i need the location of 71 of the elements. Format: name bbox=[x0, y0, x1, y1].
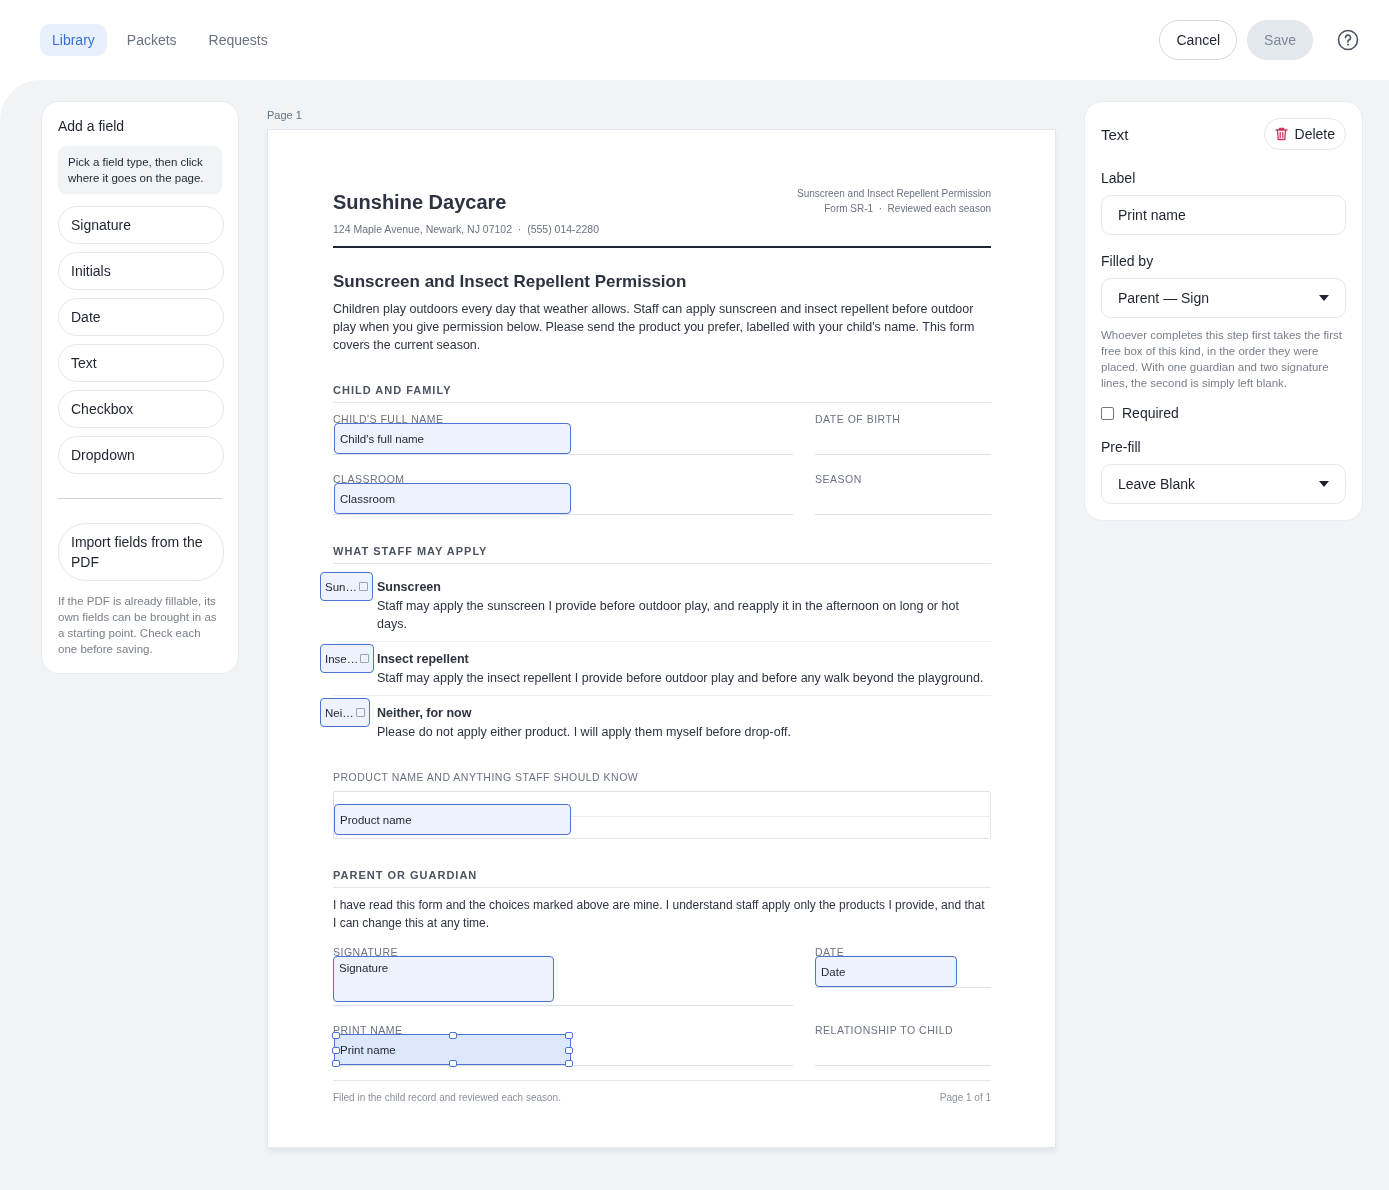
nav-tab[interactable]: Packets bbox=[114, 24, 189, 56]
footer-note: Filed in the child record and reviewed each season. bbox=[333, 1092, 561, 1103]
form-title: Sunscreen and Insect Repellent Permission bbox=[333, 272, 688, 292]
field-label: SEASON bbox=[815, 473, 862, 485]
form-meta: Sunscreen and Insect Repellent Permission bbox=[797, 187, 991, 201]
checkbox-icon bbox=[360, 654, 370, 663]
delete-button[interactable]: Delete bbox=[1263, 118, 1346, 150]
placed-field[interactable]: Signature bbox=[333, 956, 554, 1002]
option-title: Sunscreen bbox=[377, 580, 442, 594]
panel-title: Text bbox=[1101, 125, 1129, 143]
field-type-button[interactable]: Checkbox bbox=[58, 390, 224, 428]
required-checkbox[interactable] bbox=[1101, 406, 1114, 420]
field-label: RELATIONSHIP TO CHILD bbox=[815, 1024, 954, 1036]
checkbox-label: Required bbox=[1122, 405, 1179, 421]
import-button[interactable]: Import fields from the PDF bbox=[58, 523, 224, 581]
resize-handle[interactable] bbox=[448, 1060, 457, 1067]
option-text: Staff may apply the insect repellent I provide before outdoor play and before any walk beyond the playground. bbox=[377, 670, 985, 687]
field-label: DATE OF BIRTH bbox=[815, 413, 901, 425]
intro-text: Children play outdoors every day that weather allows. Staff can apply sunscreen and insect repellent before outdoor play when you give permission below. Please send the product you prefer, labelled with your child's name. This form covers the current season. bbox=[333, 301, 976, 354]
field-caption: Label bbox=[1101, 170, 1137, 186]
organization-name: Sunshine Daycare bbox=[333, 191, 508, 214]
caret-icon bbox=[1319, 481, 1329, 487]
field-label: SIGNATURE bbox=[333, 946, 398, 958]
field-label: PRINT NAME bbox=[333, 1024, 403, 1036]
nav-tab[interactable]: Requests bbox=[196, 24, 280, 56]
placed-field[interactable]: Nei… bbox=[320, 698, 370, 727]
field-type-button[interactable]: Dropdown bbox=[58, 436, 224, 474]
help-text: Whoever completes this step first takes the first free box of this kind, in the order they were placed. With one guardian and two signature lines, the second is simply left blank. bbox=[1101, 328, 1343, 391]
section-heading: CHILD AND FAMILY bbox=[333, 384, 991, 403]
field-caption: Pre-fill bbox=[1101, 439, 1142, 455]
field-label: PRODUCT NAME AND ANYTHING STAFF SHOULD KNOW bbox=[333, 771, 639, 783]
address-text: 124 Maple Avenue, Newark, NJ 07102 · (555) 014-2280 bbox=[333, 223, 599, 235]
resize-handle[interactable] bbox=[448, 1032, 457, 1039]
section-heading: PARENT OR GUARDIAN bbox=[333, 869, 991, 888]
statement-text: I have read this form and the choices marked above are mine. I understand staff apply only the products I provide, and that I can change this at any time. bbox=[333, 897, 986, 932]
placed-field[interactable]: Inse… bbox=[320, 644, 375, 673]
field-caption: Filled by bbox=[1101, 253, 1155, 269]
panel-title: Add a field bbox=[58, 118, 126, 134]
section-heading: WHAT STAFF MAY APPLY bbox=[333, 545, 991, 564]
filled-by-dropdown[interactable]: Parent — Sign bbox=[1101, 278, 1346, 318]
page-label: Page 1 bbox=[267, 109, 303, 121]
field-type-button[interactable]: Date bbox=[58, 298, 224, 336]
field-label: DATE bbox=[815, 946, 845, 958]
import-note: If the PDF is already fillable, its own fields can be brought in as a starting point. Check each one before saving. bbox=[58, 594, 218, 657]
placed-field[interactable]: Print name bbox=[334, 1034, 571, 1065]
option-text: Staff may apply the sunscreen I provide before outdoor play, and reapply it in the afternoon on long or hot days. bbox=[377, 598, 960, 633]
page-number: Page 1 of 1 bbox=[939, 1092, 991, 1103]
field-type-button[interactable]: Initials bbox=[58, 252, 224, 290]
field-label: CLASSROOM bbox=[333, 473, 405, 485]
placed-field[interactable]: Product name bbox=[334, 804, 571, 835]
caret-icon bbox=[1319, 295, 1329, 301]
prefill-dropdown[interactable]: Leave Blank bbox=[1101, 464, 1346, 504]
field-type-button[interactable]: Text bbox=[58, 344, 224, 382]
help-icon[interactable] bbox=[1337, 29, 1359, 51]
placed-field[interactable]: Child's full name bbox=[334, 423, 571, 454]
option-title: Insect repellent bbox=[377, 652, 470, 666]
hint-text: Pick a field type, then click where it goes on the page. bbox=[58, 146, 222, 194]
option-title: Neither, for now bbox=[377, 706, 473, 720]
cancel-button[interactable]: Cancel bbox=[1159, 20, 1238, 60]
checkbox-icon bbox=[358, 582, 368, 591]
placed-field[interactable]: Sun… bbox=[320, 572, 373, 601]
option-text: Please do not apply either product. I will apply them myself before drop-off. bbox=[377, 724, 792, 741]
trash-icon bbox=[1274, 127, 1288, 141]
field-type-button[interactable]: Signature bbox=[58, 206, 224, 244]
form-meta: Form SR-1 · Reviewed each season bbox=[823, 202, 991, 216]
label-input[interactable]: Print name bbox=[1101, 195, 1346, 235]
placed-field[interactable]: Date bbox=[815, 956, 957, 987]
field-label: CHILD'S FULL NAME bbox=[333, 413, 444, 425]
checkbox-icon bbox=[355, 708, 365, 717]
placed-field[interactable]: Classroom bbox=[334, 483, 571, 514]
nav-tab[interactable]: Library bbox=[40, 24, 107, 56]
